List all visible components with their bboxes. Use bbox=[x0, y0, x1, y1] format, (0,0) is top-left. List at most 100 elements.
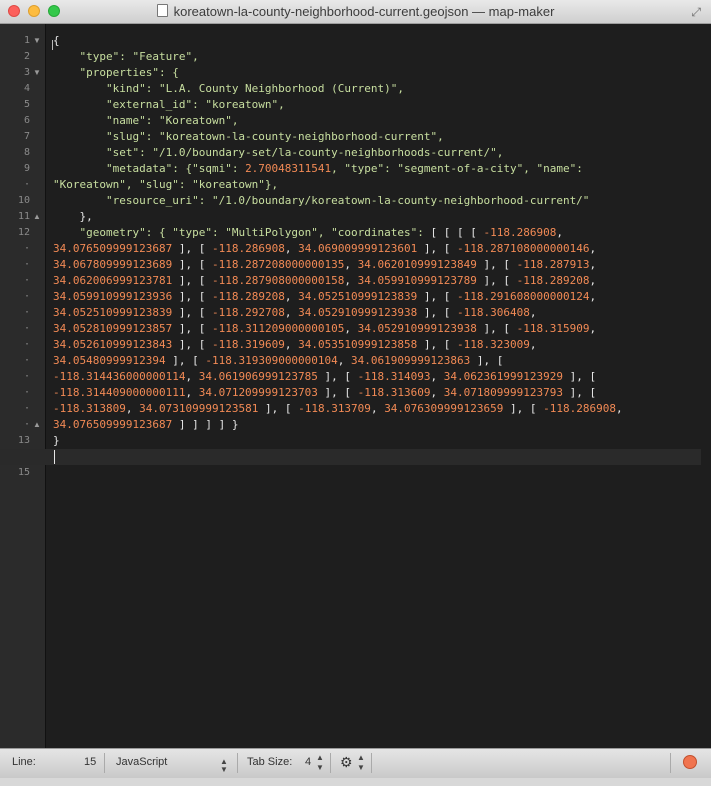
punctuation-token: ], [ bbox=[476, 258, 517, 271]
punctuation-token: { bbox=[53, 34, 60, 47]
code-line[interactable]: 34.076509999123687 ] ] ] ] } bbox=[53, 417, 238, 433]
code-line[interactable]: 34.05480999912394 ], [ -118.319309000000… bbox=[53, 353, 503, 369]
code-line[interactable]: "properties": { bbox=[53, 65, 179, 81]
code-line[interactable]: 34.062006999123781 ], [ -118.28790800000… bbox=[53, 273, 596, 289]
punctuation-token bbox=[53, 226, 80, 239]
tab-size-down-icon[interactable]: ▼ bbox=[316, 755, 324, 784]
punctuation-token: , bbox=[616, 402, 623, 415]
string-token: "properties": { bbox=[79, 66, 179, 79]
number-token: -118.314436000000114 bbox=[53, 370, 186, 383]
code-line[interactable]: -118.313809, 34.073109999123581 ], [ -11… bbox=[53, 401, 623, 417]
number-token: 34.062010999123849 bbox=[357, 258, 477, 271]
number-token: 34.052910999123938 bbox=[357, 322, 477, 335]
number-token: -118.287208000000135 bbox=[211, 258, 345, 271]
fullscreen-icon[interactable]: ⤢ bbox=[691, 5, 701, 20]
number-token: -118.313709 bbox=[298, 402, 371, 415]
code-line[interactable]: } bbox=[53, 433, 60, 449]
code-line[interactable]: "name": "Koreatown", bbox=[53, 113, 238, 129]
code-line[interactable]: "kind": "L.A. County Neighborhood (Curre… bbox=[53, 81, 404, 97]
code-line[interactable]: 34.052510999123839 ], [ -118.292708, 34.… bbox=[53, 305, 537, 321]
settings-down-icon[interactable]: ▼ bbox=[357, 755, 365, 784]
code-line[interactable]: { bbox=[53, 33, 60, 49]
punctuation-token: } bbox=[53, 434, 60, 447]
number-token: -118.306408 bbox=[457, 306, 530, 319]
string-token: "set": "/1.0/boundary-set/la-county-neig… bbox=[105, 146, 504, 159]
punctuation-token: , bbox=[589, 274, 597, 287]
code-line[interactable]: -118.314409000000111, 34.071209999123703… bbox=[53, 385, 596, 401]
text-caret bbox=[54, 450, 55, 464]
code-line[interactable]: 34.076509999123687 ], [ -118.286908, 34.… bbox=[53, 241, 596, 257]
punctuation-token: ], [ bbox=[317, 386, 358, 399]
punctuation-token: ], [ bbox=[172, 274, 212, 287]
number-token: 34.062006999123781 bbox=[53, 274, 173, 287]
number-token: 2.70048311541 bbox=[245, 162, 332, 175]
settings-gear-icon[interactable]: ⚙ bbox=[340, 749, 353, 778]
string-token: "slug": "koreatown-la-county-neighborhoo… bbox=[105, 130, 444, 143]
number-token: 34.052610999123843 bbox=[53, 338, 173, 351]
number-token: -118.286908 bbox=[543, 402, 617, 415]
code-line[interactable]: }, bbox=[53, 209, 93, 225]
string-token: , "type": "segment-of-a-city", "name": bbox=[331, 162, 583, 175]
number-token: 34.052510999123839 bbox=[298, 290, 418, 303]
punctuation-token bbox=[53, 98, 106, 111]
number-token: -118.289208 bbox=[211, 290, 285, 303]
code-line[interactable]: "Koreatown", "slug": "koreatown"}, bbox=[53, 177, 278, 193]
punctuation-token: , bbox=[430, 370, 444, 383]
punctuation-token: , bbox=[185, 370, 199, 383]
string-token: "type": "Feature", bbox=[79, 50, 199, 63]
number-token: 34.071209999123703 bbox=[198, 386, 318, 399]
number-token: -118.319309000000104 bbox=[205, 354, 338, 367]
vertical-scrollbar[interactable] bbox=[701, 24, 711, 748]
code-line[interactable]: 34.067809999123689 ], [ -118.28720800000… bbox=[53, 257, 596, 273]
code-line[interactable]: "geometry": { "type": "MultiPolygon", "c… bbox=[53, 225, 563, 241]
code-line[interactable]: "slug": "koreatown-la-county-neighborhoo… bbox=[53, 129, 444, 145]
code-line[interactable]: "type": "Feature", bbox=[53, 49, 199, 65]
punctuation-token: , bbox=[284, 338, 299, 351]
punctuation-token: }, bbox=[53, 210, 93, 223]
punctuation-token: ], [ bbox=[317, 370, 358, 383]
punctuation-token: ], [ bbox=[470, 354, 504, 367]
code-line[interactable]: 34.052810999123857 ], [ -118.31120900000… bbox=[53, 321, 596, 337]
punctuation-token bbox=[53, 66, 80, 79]
number-token: 34.076309999123659 bbox=[384, 402, 504, 415]
number-token: 34.062361999123929 bbox=[443, 370, 563, 383]
punctuation-token: ], [ bbox=[172, 338, 212, 351]
punctuation-token: ], [ bbox=[417, 242, 458, 255]
number-token: -118.289208 bbox=[516, 274, 590, 287]
string-token: "resource_uri": "/1.0/boundary/koreatown… bbox=[105, 194, 590, 207]
code-line[interactable]: "external_id": "koreatown", bbox=[53, 97, 285, 113]
line-number-value[interactable]: 15 bbox=[84, 749, 96, 778]
code-line[interactable]: 34.052610999123843 ], [ -118.319609, 34.… bbox=[53, 337, 537, 353]
tab-size-value[interactable]: 4 bbox=[305, 749, 311, 778]
code-line[interactable]: 34.059910999123936 ], [ -118.289208, 34.… bbox=[53, 289, 596, 305]
punctuation-token: ], [ bbox=[165, 354, 206, 367]
punctuation-token bbox=[53, 194, 106, 207]
code-line[interactable]: -118.314436000000114, 34.061906999123785… bbox=[53, 369, 596, 385]
code-line[interactable]: "metadata": {"sqmi": 2.70048311541, "typ… bbox=[53, 161, 583, 177]
number-token: 34.052510999123839 bbox=[53, 306, 173, 319]
punctuation-token bbox=[53, 146, 106, 159]
divider bbox=[104, 753, 105, 773]
punctuation-token: ] ] ] ] } bbox=[172, 418, 239, 431]
number-token: -118.319609 bbox=[211, 338, 285, 351]
number-token: -118.314409000000111 bbox=[53, 386, 186, 399]
punctuation-token bbox=[53, 114, 106, 127]
number-token: -118.292708 bbox=[211, 306, 285, 319]
document-icon bbox=[156, 4, 168, 17]
punctuation-token: , bbox=[344, 258, 358, 271]
macro-record-icon[interactable] bbox=[683, 755, 697, 769]
punctuation-token: ], [ bbox=[476, 322, 517, 335]
language-stepper-down-icon[interactable]: ▼ bbox=[220, 757, 228, 786]
string-token: "kind": "L.A. County Neighborhood (Curre… bbox=[105, 82, 404, 95]
code-line[interactable]: "set": "/1.0/boundary-set/la-county-neig… bbox=[53, 145, 503, 161]
punctuation-token: , bbox=[556, 226, 563, 239]
language-selector[interactable]: JavaScript bbox=[116, 749, 167, 778]
punctuation-token: , bbox=[589, 322, 597, 335]
window-title: koreatown-la-county-neighborhood-current… bbox=[0, 4, 711, 19]
code-line[interactable]: "resource_uri": "/1.0/boundary/koreatown… bbox=[53, 193, 589, 209]
code-editor[interactable]: { "type": "Feature", "properties": { "ki… bbox=[0, 24, 701, 748]
punctuation-token: ], [ bbox=[258, 402, 299, 415]
number-token: -118.286908 bbox=[483, 226, 557, 239]
number-token: 34.061909999123863 bbox=[351, 354, 471, 367]
punctuation-token: ], [ bbox=[172, 322, 212, 335]
